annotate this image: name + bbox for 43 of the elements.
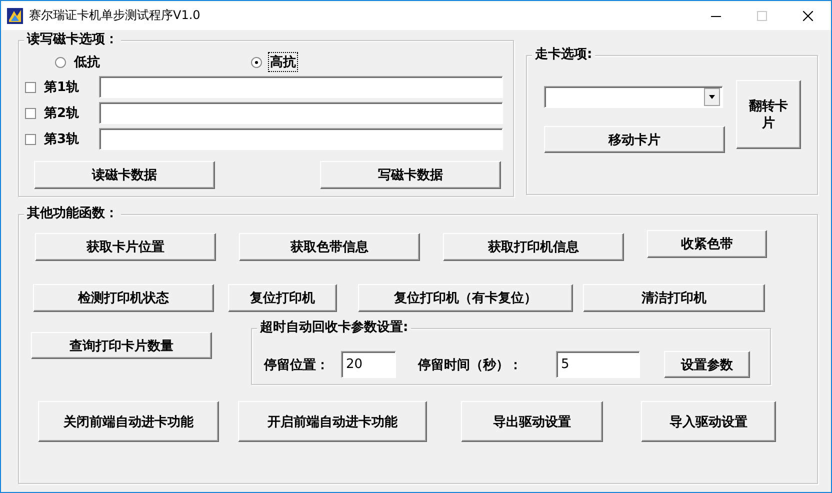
button[interactable]: 关闭前端自动进卡功能 <box>38 401 219 442</box>
checkbox[interactable] <box>25 134 36 144</box>
dropdown[interactable] <box>544 86 723 108</box>
app-icon <box>7 8 23 24</box>
field-label: 停留时间（秒）： <box>418 356 523 374</box>
button[interactable]: 移动卡片 <box>544 126 725 153</box>
radio-button[interactable] <box>251 56 262 68</box>
checkbox-label[interactable]: 第1轨 <box>44 78 99 96</box>
radio-button[interactable] <box>55 56 66 68</box>
button[interactable]: 设置参数 <box>664 351 750 378</box>
input-field[interactable] <box>99 128 503 150</box>
checkbox[interactable] <box>25 108 36 118</box>
checkbox-label[interactable]: 第2轨 <box>44 104 99 122</box>
input-field[interactable] <box>99 102 503 124</box>
button[interactable]: 翻转卡片 <box>736 80 801 149</box>
input-field[interactable] <box>99 76 503 98</box>
button[interactable]: 查询打印卡片数量 <box>31 332 212 359</box>
checkbox-label[interactable]: 第3轨 <box>44 130 99 148</box>
checkbox[interactable] <box>25 82 36 92</box>
input-field[interactable]: 20 <box>341 351 396 378</box>
button[interactable]: 写磁卡数据 <box>320 161 501 189</box>
button[interactable]: 获取卡片位置 <box>35 233 216 261</box>
field-label: 停留位置： <box>264 356 329 374</box>
button[interactable]: 收紧色带 <box>647 230 767 258</box>
radio-label[interactable]: 高抗 <box>268 52 298 72</box>
close-icon[interactable] <box>803 10 813 20</box>
group-title: 超时自动回收卡参数设置: <box>257 320 412 336</box>
button[interactable]: 开启前端自动进卡功能 <box>238 401 427 442</box>
input-field[interactable]: 5 <box>556 351 640 378</box>
button[interactable]: 获取色带信息 <box>239 233 420 261</box>
button[interactable]: 导出驱动设置 <box>461 401 603 442</box>
button[interactable]: 复位打印机 <box>228 284 337 312</box>
group-title: 其他功能函数： <box>24 206 121 222</box>
button[interactable]: 导入驱动设置 <box>641 401 776 442</box>
button[interactable]: 读磁卡数据 <box>34 161 215 189</box>
window-title: 赛尔瑞证卡机单步测试程序V1.0 <box>29 7 200 24</box>
button[interactable]: 复位打印机（有卡复位） <box>358 284 573 312</box>
radio-label[interactable]: 低抗 <box>72 52 102 72</box>
button[interactable]: 清洁打印机 <box>583 284 765 312</box>
group-title: 走卡选项: <box>532 47 596 63</box>
group-title: 读写磁卡选项： <box>24 32 121 48</box>
button[interactable]: 获取打印机信息 <box>443 233 624 261</box>
button[interactable]: 检测打印机状态 <box>33 284 214 312</box>
